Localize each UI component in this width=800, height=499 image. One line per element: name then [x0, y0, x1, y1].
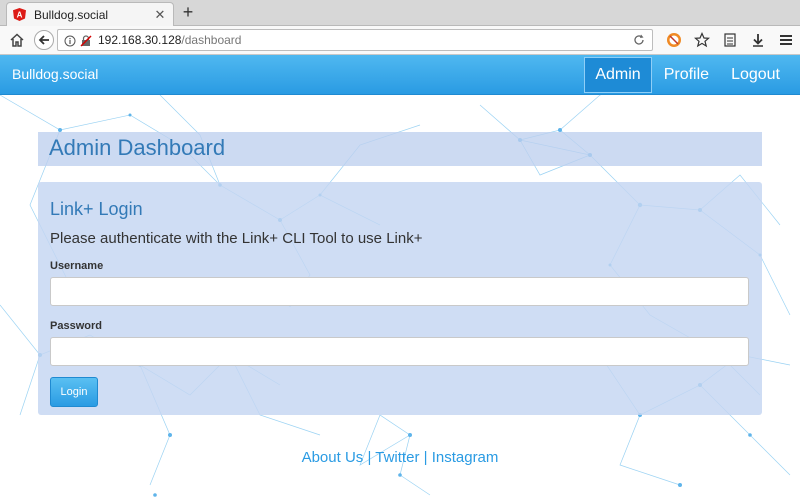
url-path: /dashboard [181, 33, 242, 47]
footer-links: About Us | Twitter | Instagram [0, 449, 800, 466]
footer-separator: | [367, 449, 372, 466]
download-icon[interactable] [748, 30, 768, 50]
home-icon[interactable] [7, 30, 27, 50]
toolbar-icons [664, 30, 796, 50]
new-tab-button[interactable]: + [178, 2, 198, 24]
login-title: Link+ Login [50, 199, 143, 219]
tab-close-icon[interactable]: ✕ [153, 7, 167, 23]
insecure-lock-icon [80, 34, 92, 47]
nav-menu: Admin Profile Logout [582, 55, 790, 95]
login-panel: Link+ Login Please authenticate with the… [38, 182, 762, 415]
footer-twitter-link[interactable]: Twitter [375, 449, 419, 466]
svg-text:A: A [17, 11, 23, 20]
reader-icon[interactable] [720, 30, 740, 50]
password-label: Password [50, 320, 102, 332]
tab-title: Bulldog.social [34, 7, 109, 22]
browser-tab-bar: A Bulldog.social ✕ + [0, 0, 800, 26]
nav-admin[interactable]: Admin [584, 57, 652, 93]
info-icon[interactable] [64, 34, 76, 47]
footer-separator: | [423, 449, 428, 466]
extension-icon[interactable] [664, 30, 684, 50]
dashboard-header: Admin Dashboard [38, 132, 762, 166]
url-host: 192.168.30.128 [98, 33, 182, 47]
nav-logout[interactable]: Logout [721, 55, 790, 95]
login-button[interactable]: Login [50, 377, 98, 407]
password-field[interactable] [50, 337, 749, 366]
username-label: Username [50, 260, 104, 272]
page-title: Admin Dashboard [49, 135, 226, 160]
footer-instagram-link[interactable]: Instagram [432, 449, 499, 466]
url-bar[interactable]: 192.168.30.128/dashboard [57, 29, 653, 51]
star-icon[interactable] [692, 30, 712, 50]
site-navbar: Bulldog.social Admin Profile Logout [0, 55, 800, 95]
url-text[interactable]: 192.168.30.128/dashboard [98, 33, 632, 47]
username-field[interactable] [50, 277, 749, 306]
angular-favicon-icon: A [13, 8, 26, 21]
browser-tab[interactable]: A Bulldog.social ✕ [6, 2, 174, 26]
nav-profile[interactable]: Profile [654, 55, 719, 95]
menu-icon[interactable] [776, 30, 796, 50]
page-viewport: Bulldog.social Admin Profile Logout Admi… [0, 55, 800, 499]
browser-toolbar: 192.168.30.128/dashboard [0, 26, 800, 55]
reload-icon[interactable] [632, 33, 646, 47]
footer-about-link[interactable]: About Us [302, 449, 364, 466]
back-arrow-icon[interactable] [34, 30, 54, 50]
site-brand[interactable]: Bulldog.social [12, 66, 98, 82]
login-instructions: Please authenticate with the Link+ CLI T… [50, 230, 423, 247]
